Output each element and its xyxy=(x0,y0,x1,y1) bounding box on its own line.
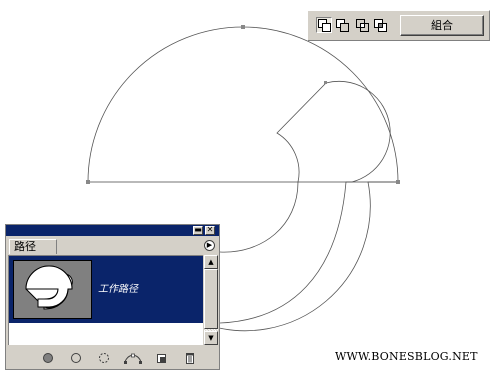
path-thumbnail xyxy=(13,260,92,319)
minimize-button[interactable]: ▬ xyxy=(193,226,203,235)
add-to-shape-area-button[interactable] xyxy=(316,17,332,33)
scroll-down-button[interactable]: ▼ xyxy=(204,331,218,345)
minimize-icon: ▬ xyxy=(194,225,202,234)
watermark: WWW.BONESBLOG.NET xyxy=(335,350,478,363)
new-path-button[interactable] xyxy=(155,351,169,365)
scroll-down-icon: ▼ xyxy=(208,334,214,342)
fill-path-icon xyxy=(43,353,53,363)
subtract-from-shape-area-button[interactable] xyxy=(334,17,350,33)
palette-menu-arrow-icon: ▶ xyxy=(206,241,213,249)
tab-paths-label: 路径 xyxy=(14,240,36,253)
load-path-as-selection-button[interactable] xyxy=(97,351,111,365)
anchor-point[interactable] xyxy=(241,25,245,29)
subtract-from-shape-area-icon xyxy=(336,19,349,32)
palette-tab-row: 路径 ▶ xyxy=(6,236,219,254)
make-work-path-icon xyxy=(124,353,142,364)
list-item[interactable]: 工作路径 xyxy=(9,256,203,323)
close-icon: ✕ xyxy=(206,225,214,234)
paths-palette: ▬ ✕ 路径 ▶ 工作路径 ▲ ▼ xyxy=(5,224,220,370)
delete-path-icon xyxy=(186,353,194,364)
palette-titlebar[interactable]: ▬ ✕ xyxy=(6,225,219,236)
scroll-up-button[interactable]: ▲ xyxy=(204,255,218,269)
make-work-path-button[interactable] xyxy=(123,351,143,365)
stroke-path-button[interactable] xyxy=(69,351,83,365)
exclude-overlapping-areas-icon xyxy=(374,19,387,32)
intersect-shape-areas-button[interactable] xyxy=(354,17,370,33)
tab-paths[interactable]: 路径 xyxy=(9,239,57,254)
exclude-overlapping-areas-button[interactable] xyxy=(372,17,388,33)
new-path-icon xyxy=(157,354,166,363)
anchor-point[interactable] xyxy=(396,180,400,184)
close-button[interactable]: ✕ xyxy=(205,226,215,235)
intersect-shape-areas-icon xyxy=(356,19,369,32)
delete-path-button[interactable] xyxy=(183,351,197,365)
palette-footer xyxy=(6,347,219,369)
path-list: 工作路径 xyxy=(8,255,203,345)
palette-menu-button[interactable]: ▶ xyxy=(204,240,215,251)
load-path-as-selection-icon xyxy=(99,353,109,363)
scroll-thumb[interactable] xyxy=(204,269,218,329)
vertical-scrollbar[interactable]: ▲ ▼ xyxy=(204,255,218,345)
combine-button[interactable]: 組合 xyxy=(400,15,484,36)
fill-path-button[interactable] xyxy=(41,351,55,365)
anchor-point[interactable] xyxy=(324,81,327,84)
stroke-path-icon xyxy=(71,353,81,363)
arrow-outline xyxy=(202,80,391,324)
add-to-shape-area-icon xyxy=(318,19,331,32)
scroll-up-icon: ▲ xyxy=(208,258,214,266)
path-operations-toolbar: 組合 xyxy=(307,10,490,41)
path-name: 工作路径 xyxy=(98,284,138,295)
anchor-point[interactable] xyxy=(86,180,90,184)
path-thumbnail-image xyxy=(25,265,73,310)
